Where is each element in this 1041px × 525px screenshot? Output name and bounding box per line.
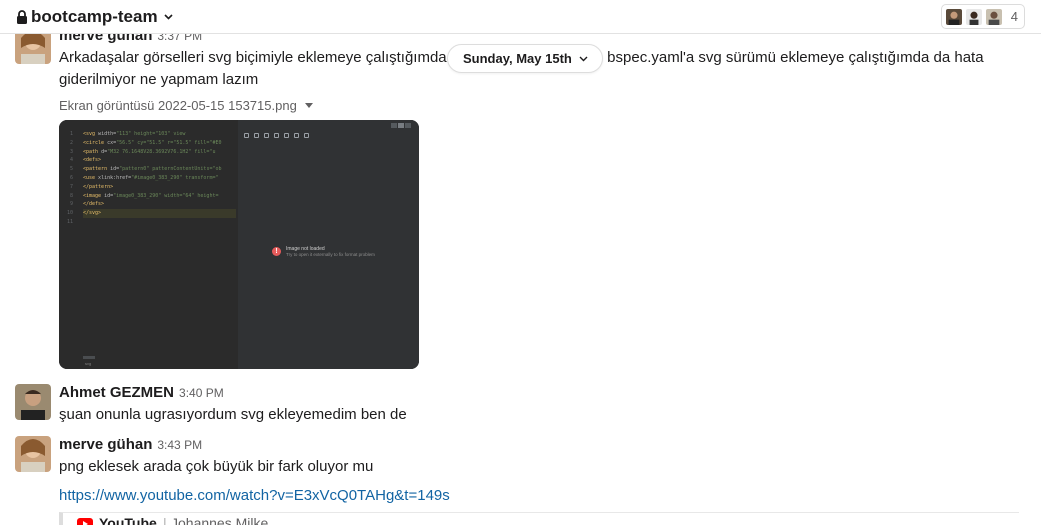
code-line: </svg> <box>83 209 236 218</box>
unfurl-separator: | <box>163 515 167 525</box>
error-subtitle: Try to open it externally to fix format … <box>286 252 375 257</box>
channel-name: bootcamp-team <box>31 7 158 26</box>
message-text: png eklesek arada çok büyük bir fark olu… <box>59 458 374 475</box>
link-unfurl[interactable]: YouTube | Johannes Milke <box>59 512 1019 525</box>
chevron-down-icon <box>579 56 588 61</box>
date-divider-button[interactable]: Sunday, May 15th <box>447 44 603 73</box>
chevron-down-icon <box>164 14 173 20</box>
message-author[interactable]: merve gühan 3:43 PM <box>59 436 202 453</box>
youtube-icon <box>77 518 93 525</box>
message-time[interactable]: 3:43 PM <box>157 438 202 452</box>
members-button[interactable]: 4 <box>940 4 1025 29</box>
unfurl-author: Johannes Milke <box>171 515 269 525</box>
channel-header: bootcamp-team 4 <box>0 0 1041 34</box>
unfurl-source: YouTube <box>99 515 157 525</box>
code-line: <defs> <box>83 157 102 164</box>
file-name[interactable]: Ekran görüntüsü 2022-05-15 153715.png <box>59 98 313 113</box>
code-line: <pattern id="pattern0" patternContentUni… <box>83 166 222 173</box>
member-avatar <box>984 7 1003 26</box>
preview-toolbar <box>244 131 309 140</box>
code-line: <circle cx="56.5" cy="51.5" r="51.5" fil… <box>83 139 222 146</box>
message-time[interactable]: 3:40 PM <box>179 386 224 400</box>
code-line: </defs> <box>83 201 105 208</box>
editor-breadcrumb: svg <box>85 361 92 366</box>
youtube-link[interactable]: https://www.youtube.com/watch?v=E3xVcQ0T… <box>59 487 450 504</box>
image-error: ! Image not loaded Try to open it extern… <box>272 246 375 258</box>
image-preview-pane: ! Image not loaded Try to open it extern… <box>238 120 419 369</box>
caret-down-icon[interactable] <box>304 103 313 108</box>
line-numbers: 1 2 3 4 5 6 7 8 9 10 11 <box>66 131 73 225</box>
code-line: <svg width="113" height="103" view <box>83 131 186 137</box>
message-text: şuan onunla ugrasıyordum svg ekleyemedim… <box>59 406 407 423</box>
lock-icon <box>17 10 27 24</box>
channel-name-button[interactable]: bootcamp-team <box>16 7 173 27</box>
message-author[interactable]: Ahmet GEZMEN 3:40 PM <box>59 384 224 401</box>
message: Ahmet GEZMEN 3:40 PM şuan onunla ugrasıyo… <box>0 380 1041 432</box>
member-avatar <box>944 7 963 26</box>
code-editor-pane: 1 2 3 4 5 6 7 8 9 10 11 <svg width="113"… <box>59 120 238 369</box>
member-count: 4 <box>1010 9 1018 24</box>
scrollbar <box>83 356 95 359</box>
avatar[interactable] <box>15 384 51 420</box>
avatar[interactable] <box>15 436 51 472</box>
code-line: </pattern> <box>83 183 114 190</box>
error-icon: ! <box>272 247 281 256</box>
code-line: <image id="image0_383_290" width="64" he… <box>83 192 219 199</box>
view-toggle <box>391 123 411 128</box>
member-avatar <box>964 7 983 26</box>
code-line: <use xlink:href="#image0_383_290" transf… <box>83 175 219 181</box>
image-attachment[interactable]: 1 2 3 4 5 6 7 8 9 10 11 <svg width="113"… <box>59 120 419 369</box>
code-line: <path d="M32 76.1648V28.3692V76.1H2" fil… <box>83 148 216 155</box>
